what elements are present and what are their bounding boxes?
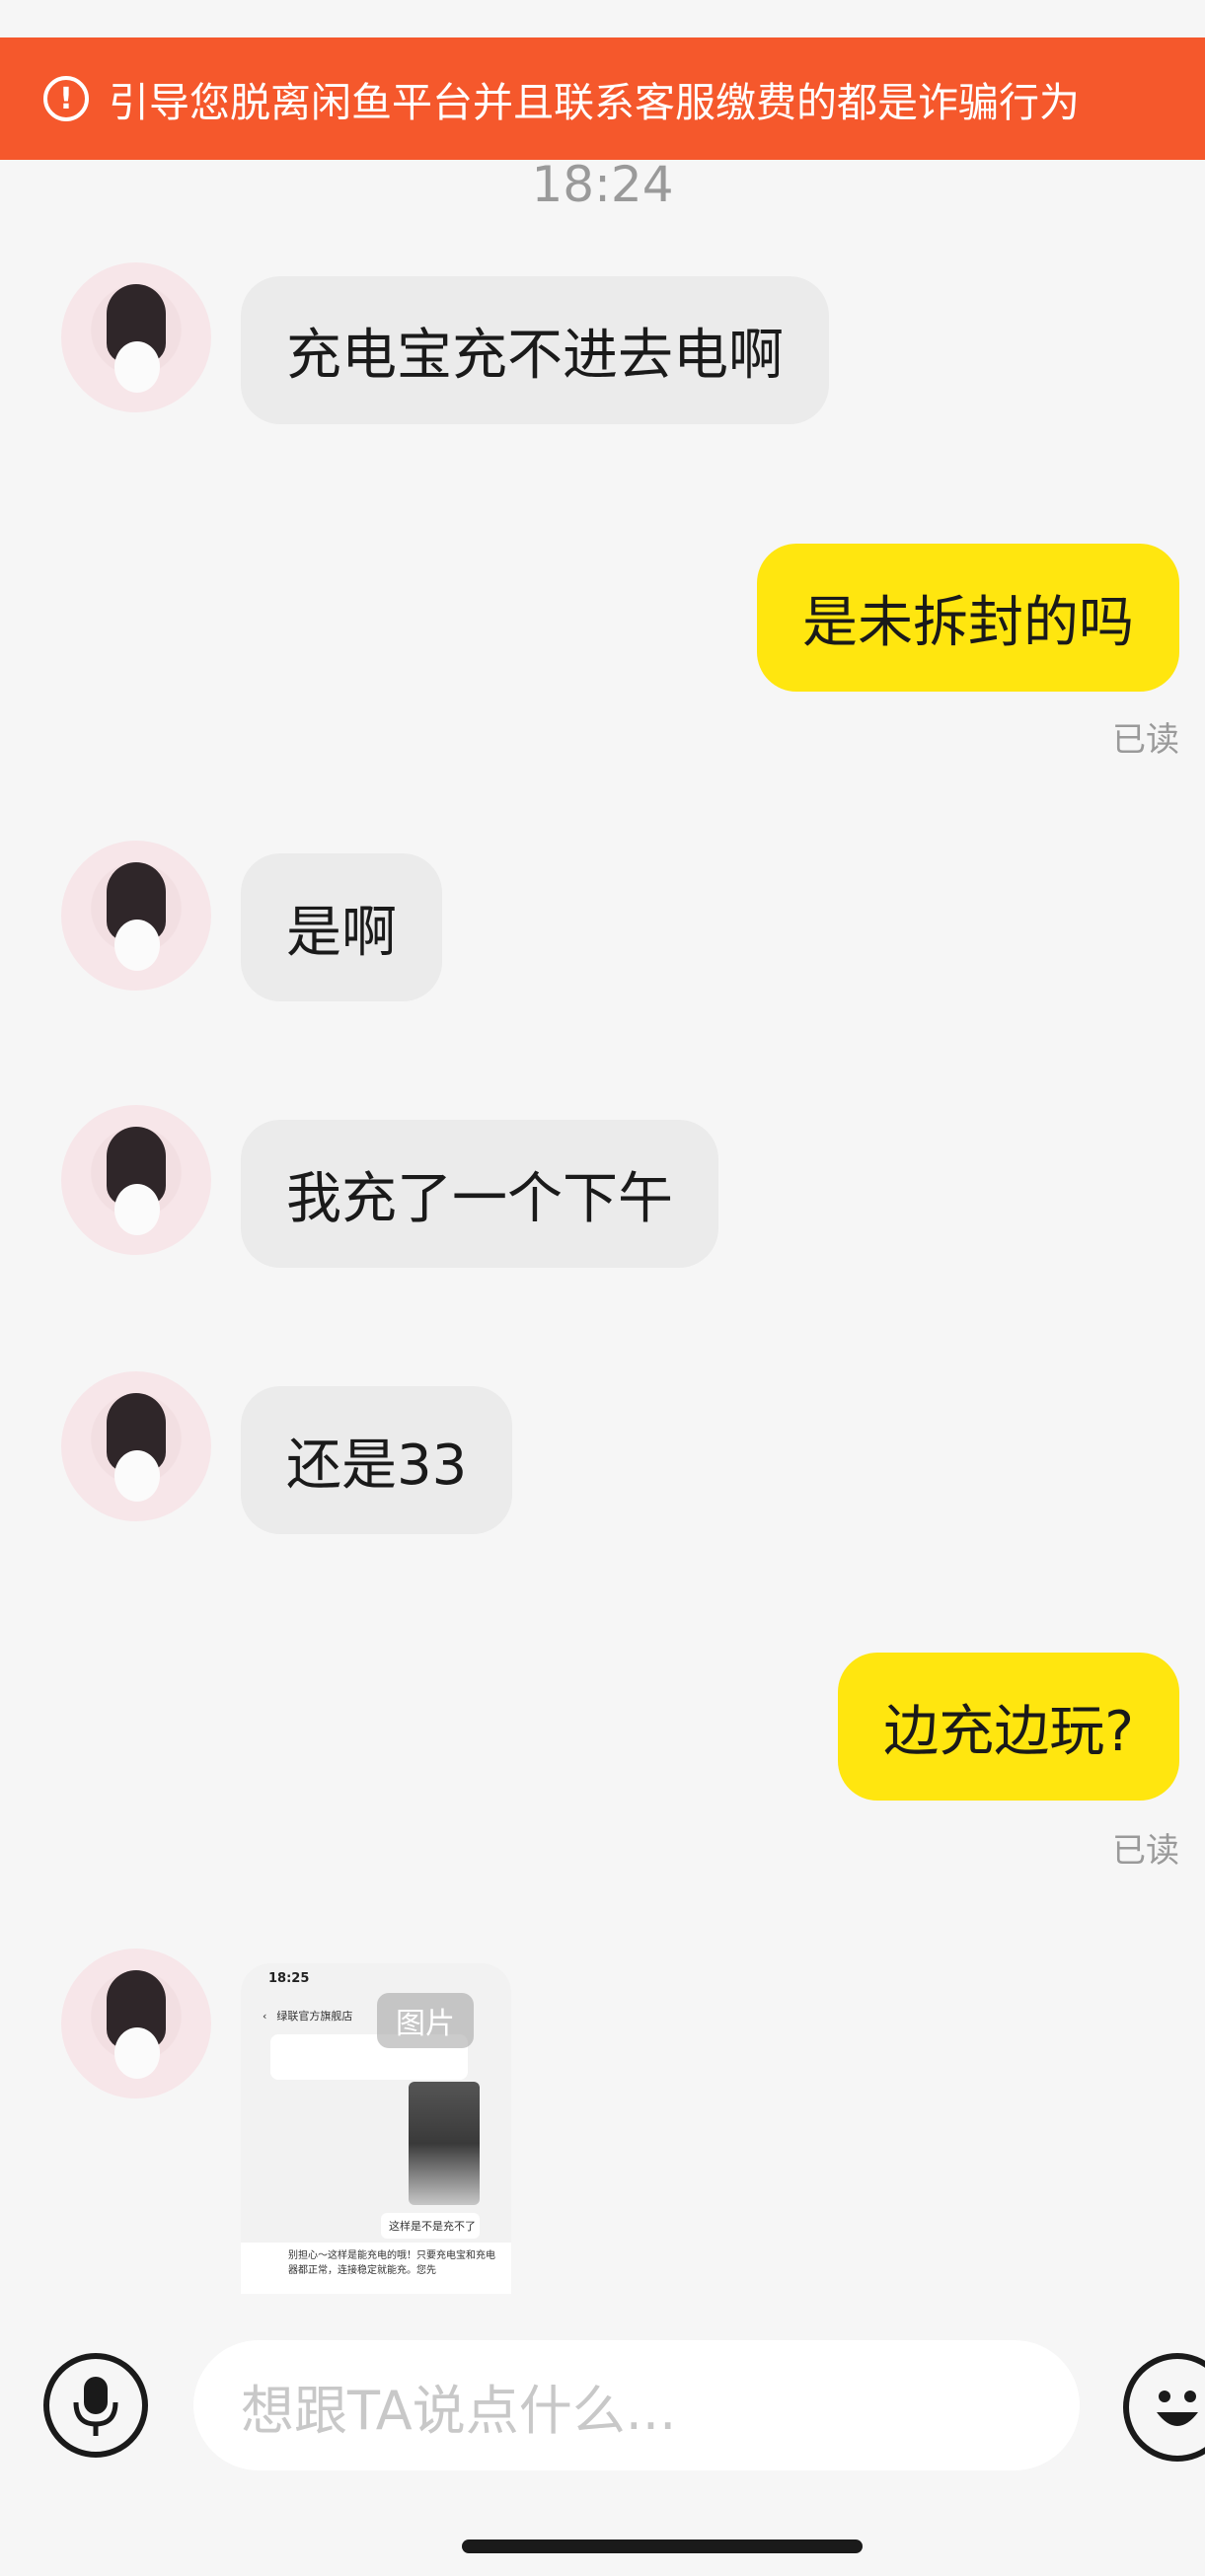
home-indicator[interactable]	[462, 2539, 863, 2553]
chevron-left-icon: ‹	[263, 2009, 267, 2023]
incoming-message[interactable]: 还是33	[241, 1386, 513, 1534]
read-status: 已读	[1112, 720, 1179, 760]
incoming-message[interactable]: 是啊	[241, 853, 442, 1001]
fraud-warning-banner: ! 引导您脱离闲鱼平台并且联系客服缴费的都是诈骗行为	[0, 37, 1205, 160]
image-preview-reply: 别担心～这样是能充电的哦！只要充电宝和充电器都正常，连接稳定就能充。您先	[241, 2243, 511, 2294]
contact-avatar[interactable]	[61, 1949, 211, 2098]
warning-text: 引导您脱离闲鱼平台并且联系客服缴费的都是诈骗行为	[109, 79, 1080, 126]
incoming-message[interactable]: 我充了一个下午	[241, 1120, 718, 1268]
message-timestamp: 18:24	[531, 156, 674, 213]
microphone-icon	[73, 2377, 118, 2436]
read-status: 已读	[1112, 1831, 1179, 1871]
contact-avatar[interactable]	[61, 841, 211, 991]
smile-emoji-icon	[1157, 2391, 1198, 2426]
message-input[interactable]: 想跟TA说点什么...	[193, 2340, 1080, 2470]
image-type-badge: 图片	[377, 1993, 474, 2048]
image-message[interactable]: 18:25 ‹ 绿联官方旗舰店 这样是不是充不了 别担心～这样是能充电的哦！只要…	[241, 1963, 511, 2294]
image-preview-time: 18:25	[268, 1971, 310, 1986]
outgoing-message[interactable]: 边充边玩?	[838, 1653, 1179, 1801]
image-preview-store: 绿联官方旗舰店	[276, 2010, 353, 2023]
incoming-message[interactable]: 充电宝充不进去电啊	[241, 276, 829, 424]
emoji-button[interactable]	[1123, 2353, 1205, 2462]
status-bar	[0, 0, 1205, 37]
outgoing-message[interactable]: 是未拆封的吗	[757, 544, 1179, 692]
exclamation-circle-icon: !	[43, 76, 89, 121]
image-preview-photo	[409, 2082, 480, 2205]
contact-avatar[interactable]	[61, 1105, 211, 1255]
voice-button[interactable]	[43, 2353, 148, 2458]
contact-avatar[interactable]	[61, 1371, 211, 1521]
image-preview-question: 这样是不是充不了	[381, 2213, 480, 2239]
contact-avatar[interactable]	[61, 262, 211, 412]
